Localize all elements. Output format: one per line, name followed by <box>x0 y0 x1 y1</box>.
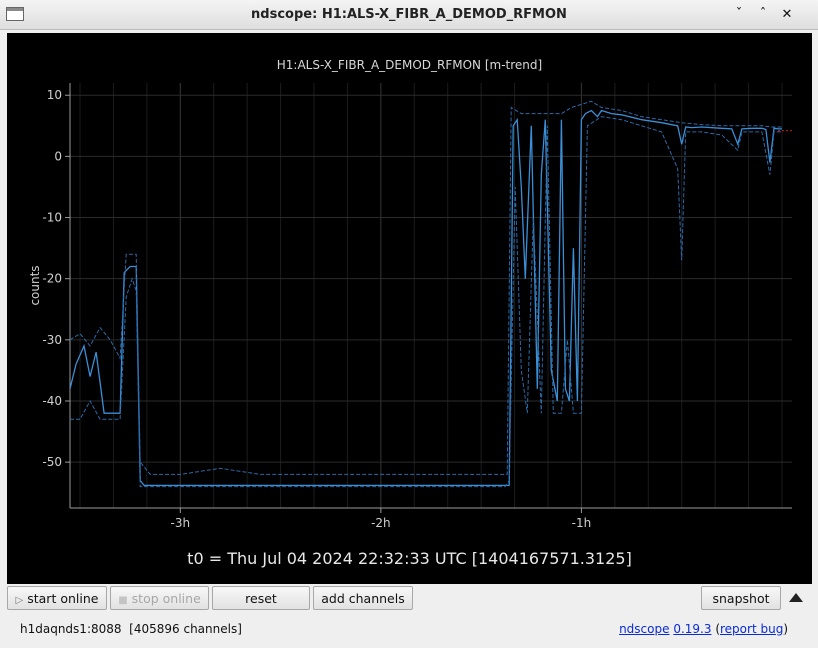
series-line-mean <box>70 109 782 487</box>
status-version: ndscope 0.19.3 (report bug) <box>619 622 788 636</box>
stop-online-button[interactable]: ■ stop online <box>110 586 209 610</box>
paren-close: ) <box>783 622 788 636</box>
start-online-label: start online <box>27 591 99 606</box>
window-title: ndscope: H1:ALS-X_FIBR_A_DEMOD_RFMON <box>251 7 567 22</box>
reset-button[interactable]: reset <box>212 586 310 610</box>
plot-area[interactable]: H1:ALS-X_FIBR_A_DEMOD_RFMON [m-trend] 10… <box>7 33 812 584</box>
paren-open: ( <box>711 622 720 636</box>
y-axis-label: counts <box>28 265 42 305</box>
close-icon[interactable]: ✕ <box>778 6 796 24</box>
y-tick-label: -40 <box>42 394 62 408</box>
minimize-icon[interactable]: ˇ <box>730 6 748 24</box>
channel-count: [405896 channels] <box>129 622 242 636</box>
version-link[interactable]: 0.19.3 <box>673 622 711 636</box>
report-bug-link[interactable]: report bug <box>720 622 783 636</box>
x-tick-label: -3h <box>171 516 191 530</box>
add-channels-button[interactable]: add channels <box>313 586 413 610</box>
ndscope-link[interactable]: ndscope <box>619 622 669 636</box>
series-line-max <box>70 100 782 475</box>
start-online-button[interactable]: ▷ start online <box>7 586 107 610</box>
maximize-icon[interactable]: ˆ <box>754 6 772 24</box>
title-bar: ndscope: H1:ALS-X_FIBR_A_DEMOD_RFMON ˇ ˆ… <box>0 0 818 30</box>
play-icon: ▷ <box>15 595 24 606</box>
stop-online-label: stop online <box>131 591 201 606</box>
trend-plot[interactable]: 10 0 -10 -20 -30 -40 -50 -3h -2h -1h counts <box>7 33 812 584</box>
y-tick-label: 0 <box>54 149 62 163</box>
expand-up-icon[interactable] <box>789 593 803 602</box>
y-tick-label: -30 <box>42 333 62 347</box>
y-tick-label: 10 <box>47 88 62 102</box>
x-tick-label: -2h <box>371 516 391 530</box>
server-address: h1daqnds1:8088 <box>20 622 122 636</box>
x-tick-label: -1h <box>572 516 592 530</box>
y-tick-label: -10 <box>42 211 62 225</box>
y-tick-label: -20 <box>42 272 62 286</box>
t0-label: t0 = Thu Jul 04 2024 22:32:33 UTC [14041… <box>187 549 632 568</box>
stop-icon: ■ <box>118 595 128 606</box>
toolbar: ▷ start online ■ stop online reset add cha… <box>0 585 818 613</box>
y-tick-label: -50 <box>42 455 62 469</box>
status-server: h1daqnds1:8088 [405896 channels] <box>20 622 242 636</box>
series-line-min <box>70 116 782 488</box>
snapshot-button[interactable]: snapshot <box>701 586 781 610</box>
